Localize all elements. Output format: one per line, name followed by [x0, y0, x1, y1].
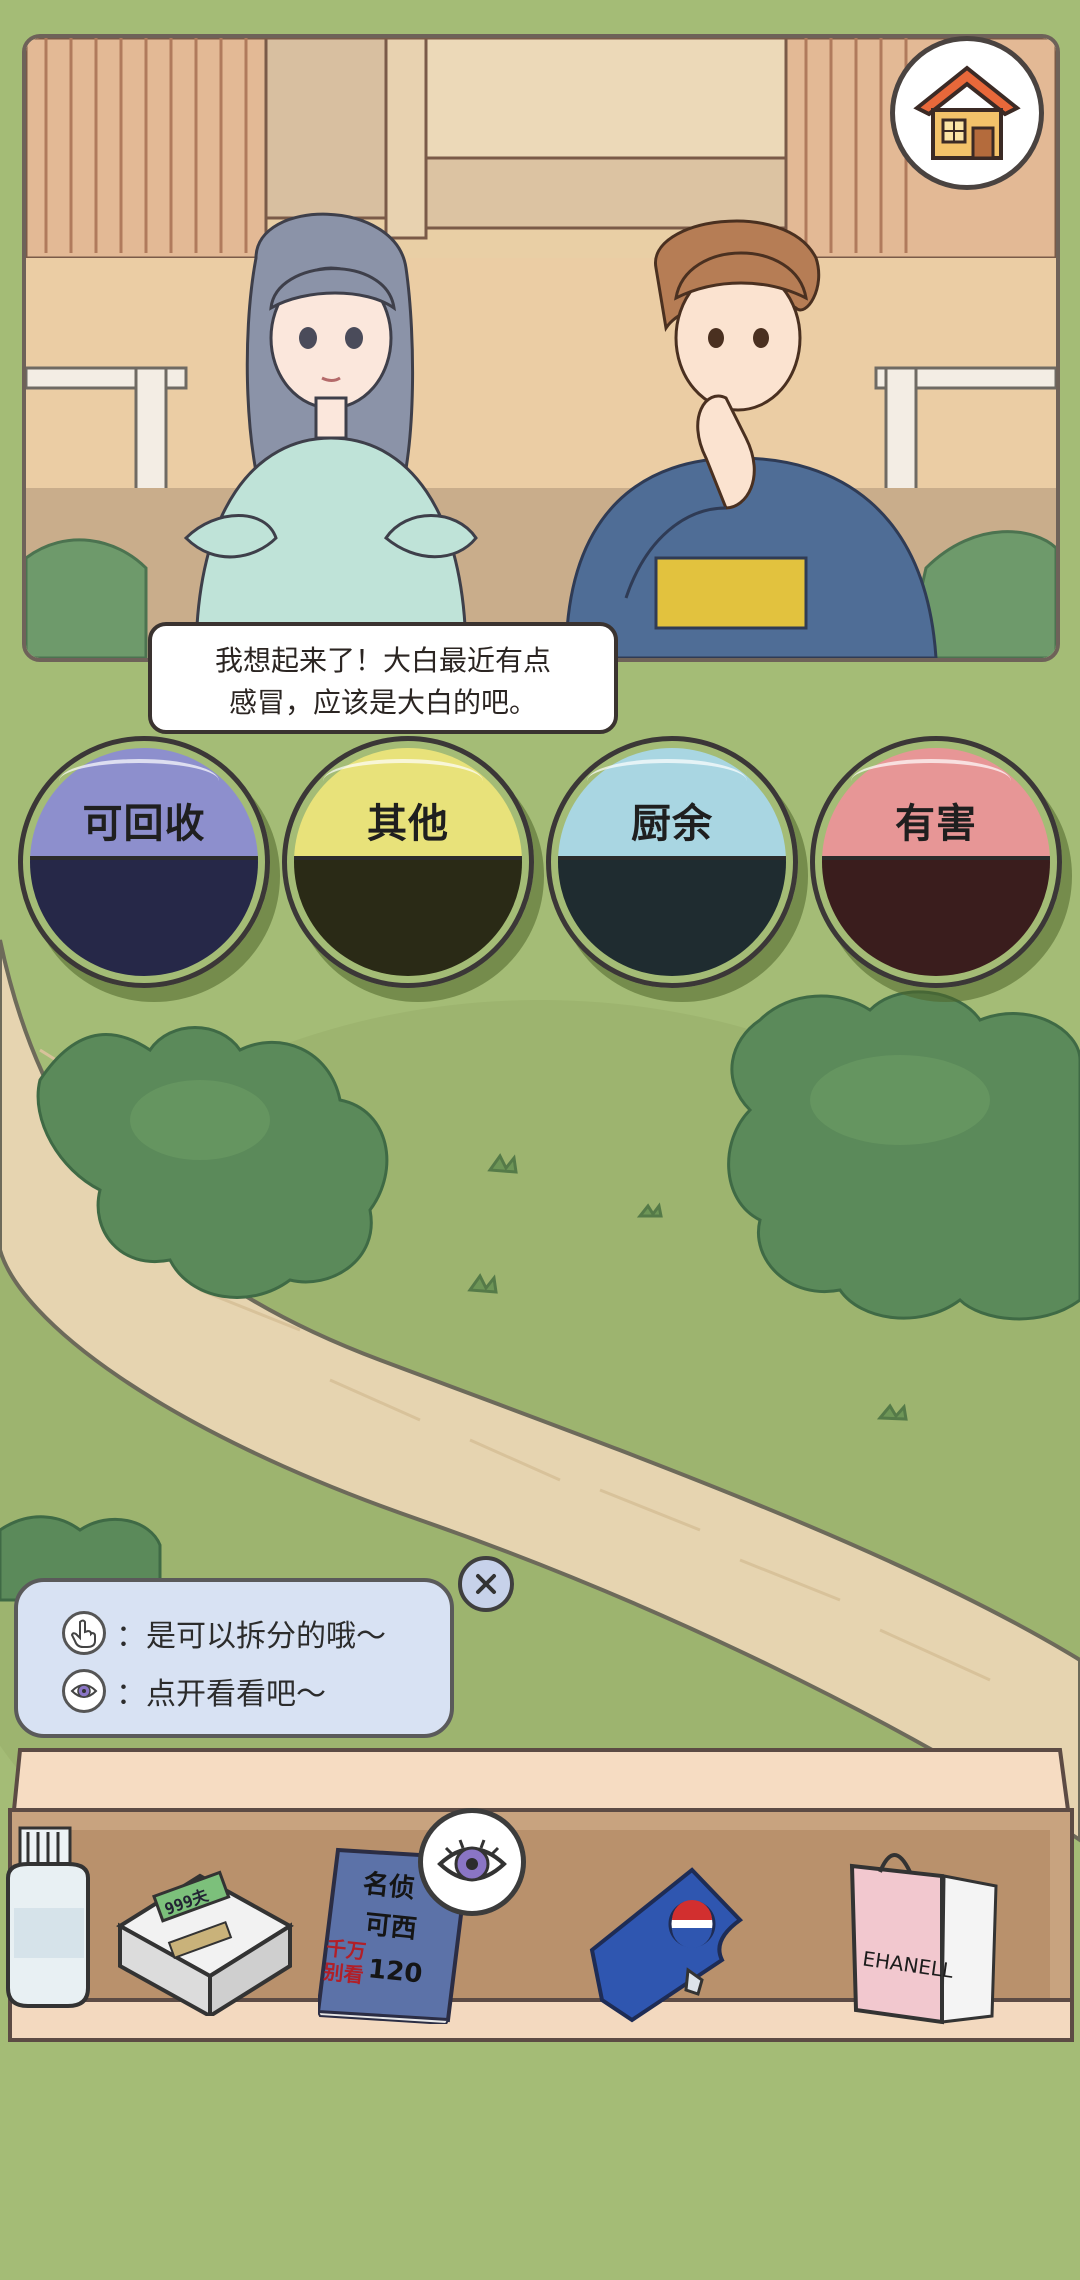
house-icon: [913, 65, 1021, 160]
dialogue-bubble: 我想起来了！大白最近有点 感冒，应该是大白的吧。: [148, 622, 618, 734]
book-warning-2: 别看: [321, 1959, 364, 1987]
hint-row-open: ：点开看看吧～: [62, 1666, 326, 1716]
close-hint-button[interactable]: [458, 1556, 514, 1612]
dialogue-line-2: 感冒，应该是大白的吧。: [228, 686, 537, 719]
bin-hazardous-opening: [822, 855, 1050, 976]
bin-kitchen[interactable]: 厨余: [546, 736, 798, 988]
bin-hazardous-label: 有害: [895, 801, 977, 847]
bin-recyclable-opening: [30, 855, 258, 976]
book-title-1: 名侦: [361, 1868, 416, 1904]
bin-other[interactable]: 其他: [282, 736, 534, 988]
dialogue-line-1: 我想起来了！大白最近有点: [214, 644, 551, 677]
close-icon: [476, 1574, 496, 1594]
pill-bottle-item[interactable]: [0, 1818, 120, 2018]
soda-can-item[interactable]: [572, 1850, 762, 2030]
bin-recyclable-label: 可回收: [82, 801, 206, 847]
bin-recyclable[interactable]: 可回收: [18, 736, 270, 988]
bin-kitchen-opening: [558, 855, 786, 976]
eye-icon: [62, 1669, 106, 1713]
inspect-eye-button[interactable]: [418, 1808, 526, 1916]
hint-row-split: ：是可以拆分的哦～: [62, 1608, 386, 1658]
book-number: 120: [367, 1954, 424, 1990]
eye-icon: [437, 1839, 507, 1882]
bin-other-label: 其他: [367, 801, 449, 847]
hint-text-open: ：点开看看吧～: [116, 1677, 326, 1712]
hint-bubble: ：是可以拆分的哦～ ：点开看看吧～: [14, 1578, 454, 1738]
book-title-2: 可西: [363, 1910, 418, 1945]
hint-text-split: ：是可以拆分的哦～: [116, 1619, 386, 1654]
pointer-hand-icon: [62, 1611, 106, 1655]
shopping-bag-item[interactable]: EHANELL: [846, 1836, 1006, 2026]
bin-hazardous[interactable]: 有害: [810, 736, 1062, 988]
bin-other-opening: [294, 855, 522, 976]
bin-kitchen-label: 厨余: [631, 801, 713, 847]
pager-item[interactable]: 999夫: [110, 1866, 300, 2016]
home-button[interactable]: [890, 36, 1044, 190]
